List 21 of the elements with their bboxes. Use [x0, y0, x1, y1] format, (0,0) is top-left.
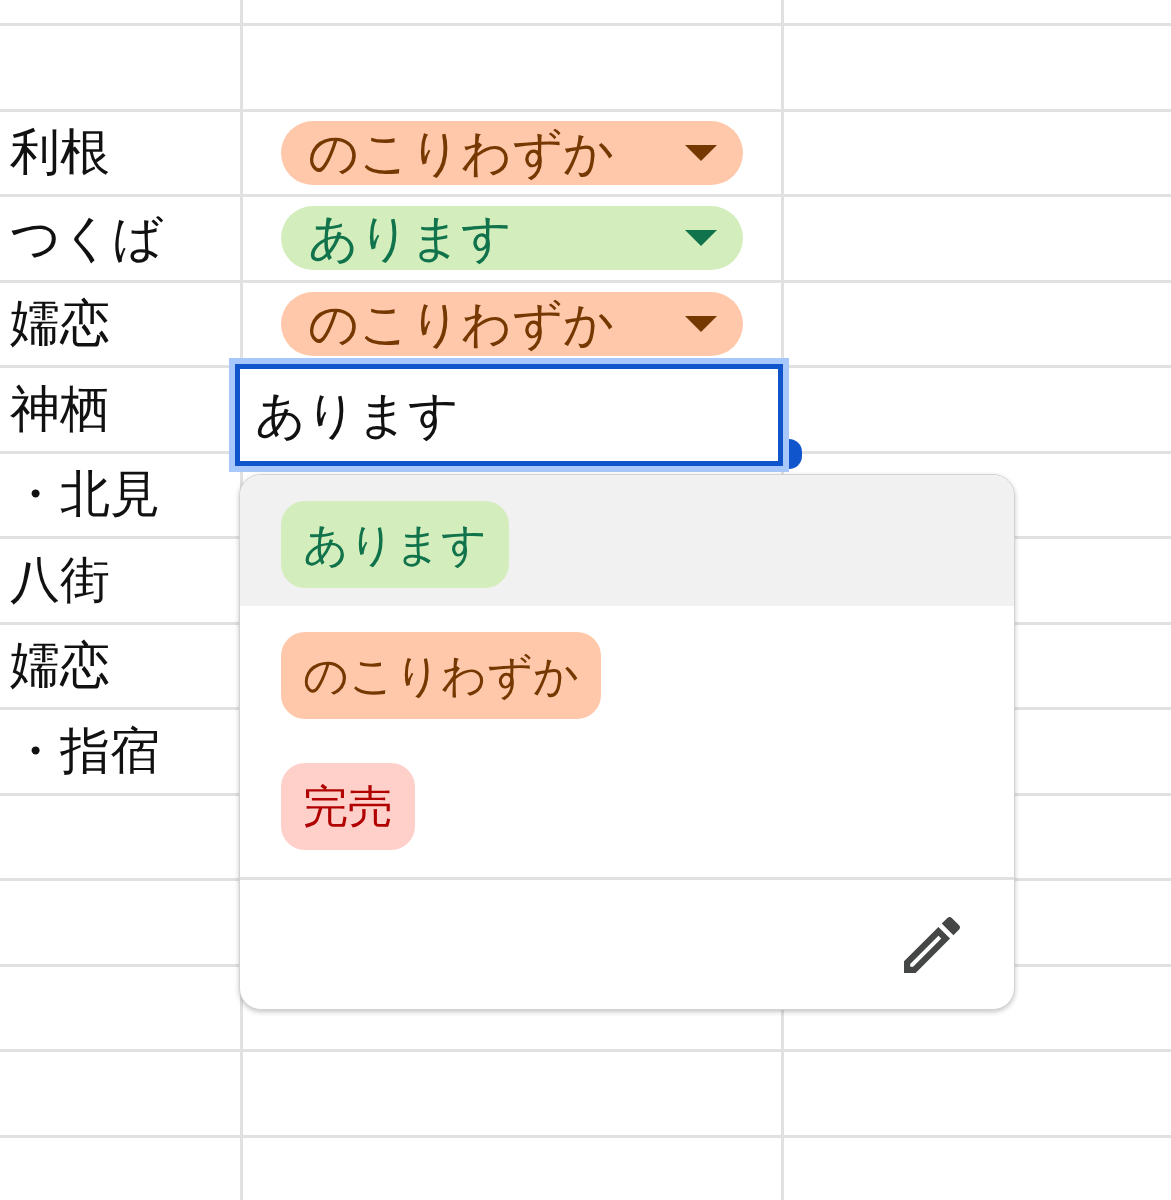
status-tag: あります	[281, 501, 509, 588]
table-cell: つくば	[0, 197, 243, 280]
caret-icon	[685, 144, 717, 161]
status-dropdown[interactable]: のこりわずか	[281, 291, 743, 356]
cell-input-field[interactable]: あります	[229, 358, 789, 472]
pencil-icon[interactable]	[904, 916, 960, 973]
table-cell: ・北見	[0, 453, 243, 536]
table-cell: ・指宿	[0, 710, 243, 793]
table-cell: 八街	[0, 539, 243, 622]
status-tag: のこりわずか	[281, 632, 601, 719]
selection-handle-icon[interactable]	[789, 439, 802, 469]
menu-item[interactable]: あります	[240, 475, 1014, 606]
menu-item[interactable]: 完売	[240, 737, 1014, 868]
table-cell: 嬬恋	[0, 624, 243, 707]
caret-icon	[685, 230, 717, 247]
status-dropdown[interactable]: あります	[281, 206, 743, 271]
table-cell: 利根	[0, 111, 243, 194]
menu-item[interactable]: のこりわずか	[240, 606, 1014, 737]
status-tag: 完売	[281, 763, 415, 850]
status-dropdown[interactable]: のこりわずか	[281, 120, 743, 185]
caret-icon	[685, 315, 717, 332]
